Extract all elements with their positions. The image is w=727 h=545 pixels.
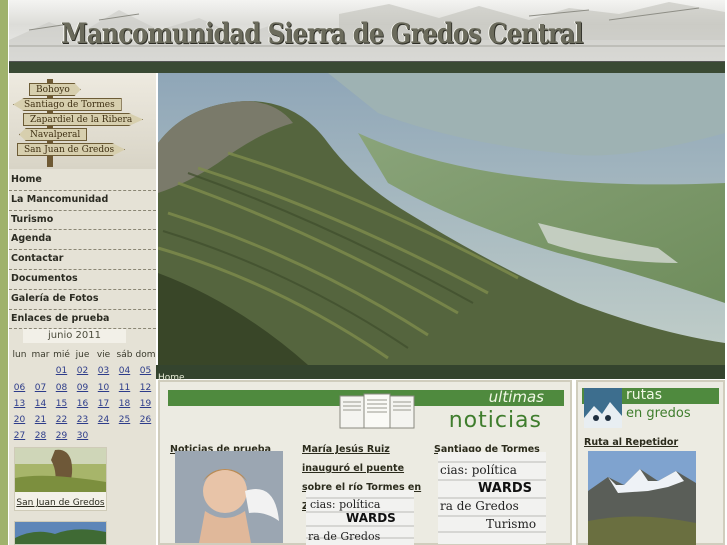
calendar-weekday: mié	[53, 350, 70, 360]
svg-text:cias: política: cias: política	[310, 498, 381, 511]
calendar-grid: lun mar mié jue vie sáb dom 01 02 03 04 05 06 07 08 09 1…	[9, 347, 156, 445]
site-title: Mancomunidad Sierra de Gredos Central	[61, 17, 584, 50]
calendar-empty-cell	[9, 363, 30, 379]
calendar-day[interactable]: 20	[9, 412, 30, 428]
calendar-day[interactable]: 22	[51, 412, 72, 428]
calendar-day[interactable]: 24	[93, 412, 114, 428]
sign-bohoyo[interactable]: Bohoyo	[29, 83, 81, 96]
sidebar-thumb-2[interactable]	[14, 521, 107, 545]
calendar-day[interactable]: 18	[114, 396, 135, 412]
rutas-panel: rutas en gredos Ruta al Repetidor	[576, 380, 725, 545]
calendar-weekday: mar	[31, 350, 50, 360]
calendar-day[interactable]: 21	[30, 412, 51, 428]
calendar-day[interactable]: 26	[135, 412, 156, 428]
sign-zapardiel-de-la-ribera[interactable]: Zapardiel de la Ribera	[23, 113, 144, 126]
left-decor-strip	[0, 0, 8, 545]
calendar-day[interactable]: 13	[9, 396, 30, 412]
calendar-day[interactable]: 25	[114, 412, 135, 428]
calendar-day[interactable]: 14	[30, 396, 51, 412]
hero-mountain-photo	[158, 73, 725, 365]
calendar-day[interactable]: 08	[51, 380, 72, 396]
svg-text:cias: política: cias: política	[440, 463, 517, 477]
san-juan-photo	[15, 448, 106, 492]
sign-navalperal[interactable]: Navalperal	[19, 128, 88, 141]
calendar-day[interactable]: 02	[72, 363, 93, 379]
nav-home[interactable]: Home	[9, 171, 156, 191]
angel-child-photo[interactable]	[175, 451, 283, 543]
sidebar: Bohoyo Santiago de Tormes Zapardiel de l…	[9, 73, 156, 545]
news-panel: ultimas noticias Noticias de prueba Marí…	[158, 380, 572, 545]
calendar-weekday: vie	[96, 350, 111, 360]
breadcrumb-bar: Home	[156, 365, 725, 383]
calendar-day[interactable]: 23	[72, 412, 93, 428]
calendar-weekday: jue	[75, 350, 90, 360]
calendar-day[interactable]: 16	[72, 396, 93, 412]
sign-santiago-de-tormes[interactable]: Santiago de Tormes	[13, 98, 122, 111]
calendar-day[interactable]: 29	[51, 428, 72, 444]
calendar-empty-cell	[135, 428, 156, 444]
nav-turismo[interactable]: Turismo	[9, 211, 156, 231]
mountain-landscape-illustration	[158, 73, 725, 365]
svg-text:Turismo: Turismo	[486, 517, 536, 531]
rutas-heading-top: rutas	[626, 387, 662, 403]
calendar-month: junio 2011	[23, 329, 126, 343]
main-nav: Home La Mancomunidad Turismo Agenda Cont…	[9, 171, 156, 330]
nav-galeria-de-fotos[interactable]: Galería de Fotos	[9, 290, 156, 310]
calendar-day[interactable]: 30	[72, 428, 93, 444]
newspaper-icon	[339, 393, 415, 429]
nav-documentos[interactable]: Documentos	[9, 270, 156, 290]
nav-contactar[interactable]: Contactar	[9, 250, 156, 270]
calendar-day[interactable]: 05	[135, 363, 156, 379]
calendar-empty-cell	[93, 428, 114, 444]
calendar-weekday: dom	[135, 350, 156, 360]
ruta-repetidor-link[interactable]: Ruta al Repetidor	[584, 437, 678, 448]
site-banner: Mancomunidad Sierra de Gredos Central	[9, 0, 725, 62]
svg-text:ra de Gredos: ra de Gredos	[308, 530, 381, 543]
calendar-empty-cell	[114, 428, 135, 444]
page: Mancomunidad Sierra de Gredos Central Bo…	[0, 0, 727, 545]
calendar-day[interactable]: 07	[30, 380, 51, 396]
newspaper-collage-photo[interactable]: cias: política WARDS ra de Gredos	[306, 490, 414, 545]
calendar-day[interactable]: 19	[135, 396, 156, 412]
sign-san-juan-de-gredos[interactable]: San Juan de Gredos	[17, 143, 126, 156]
rutas-heading-bottom: en gredos	[626, 406, 691, 421]
sidebar-photo-2	[15, 522, 106, 544]
calendar-day[interactable]: 27	[9, 428, 30, 444]
news-header: ultimas noticias	[168, 388, 564, 433]
calendar-day[interactable]: 06	[9, 380, 30, 396]
nav-enlaces-de-prueba[interactable]: Enlaces de prueba	[9, 310, 156, 330]
header-divider	[9, 62, 725, 73]
calendar-day[interactable]: 01	[51, 363, 72, 379]
calendar-day[interactable]: 09	[72, 380, 93, 396]
svg-text:WARDS: WARDS	[478, 481, 532, 496]
calendar-weekday: lun	[12, 350, 27, 360]
sidebar-thumb-san-juan[interactable]: San Juan de Gredos	[14, 447, 107, 511]
calendar-day[interactable]: 03	[93, 363, 114, 379]
calendar-day[interactable]: 17	[93, 396, 114, 412]
calendar-day[interactable]: 12	[135, 380, 156, 396]
news-heading-bottom: noticias	[448, 408, 542, 433]
calendar-empty-cell	[30, 363, 51, 379]
calendar-day[interactable]: 28	[30, 428, 51, 444]
news-heading-top: ultimas	[488, 388, 544, 406]
hiker-icon	[584, 388, 622, 428]
calendar-day[interactable]: 15	[51, 396, 72, 412]
newspaper-collage-photo-2[interactable]: cias: política WARDS ra de Gredos Turism…	[438, 452, 546, 544]
ruta-repetidor-photo[interactable]	[588, 451, 696, 545]
calendar-weekday: sáb	[116, 350, 133, 360]
thumb-caption[interactable]: San Juan de Gredos	[15, 496, 106, 510]
nav-agenda[interactable]: Agenda	[9, 230, 156, 251]
svg-text:ra de Gredos: ra de Gredos	[440, 499, 519, 513]
nav-la-mancomunidad[interactable]: La Mancomunidad	[9, 191, 156, 211]
signpost-menu: Bohoyo Santiago de Tormes Zapardiel de l…	[9, 73, 156, 169]
calendar-day[interactable]: 10	[93, 380, 114, 396]
calendar: junio 2011 lun mar mié jue vie sáb dom 01 02 03 04…	[9, 329, 156, 445]
calendar-day[interactable]: 04	[114, 363, 135, 379]
svg-text:WARDS: WARDS	[346, 511, 396, 525]
calendar-day[interactable]: 11	[114, 380, 135, 396]
